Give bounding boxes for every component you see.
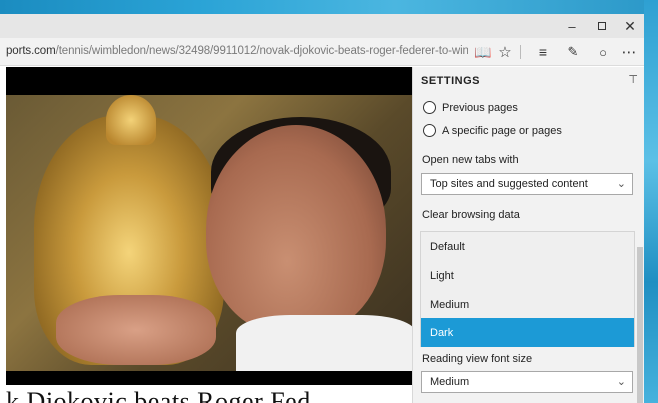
page-content: k Djokovic beats Roger Fed: [6, 67, 412, 403]
share-icon[interactable]: ○: [592, 42, 614, 62]
minimize-icon: –: [568, 18, 576, 34]
chevron-down-icon: ⌄: [616, 178, 626, 190]
radio-button[interactable]: [423, 124, 436, 137]
star-icon[interactable]: ☆: [494, 42, 516, 62]
dropdown-option-medium[interactable]: Medium: [421, 290, 634, 319]
trophy-lid: [106, 95, 156, 145]
book-icon[interactable]: 📖: [472, 42, 494, 62]
select-value: Medium: [430, 376, 470, 388]
chevron-down-icon: ⌄: [616, 376, 626, 388]
browser-window: – ✕ ports.com/tennis/wimbledon/news/3249…: [0, 14, 644, 403]
pane-scrollbar[interactable]: [637, 247, 643, 403]
select-value: Top sites and suggested content: [430, 178, 588, 190]
address-bar[interactable]: ports.com/tennis/wimbledon/news/32498/99…: [6, 45, 468, 57]
clear-browsing-data-label: Clear browsing data: [422, 209, 520, 221]
player-shirt: [236, 315, 412, 371]
desktop-background-right: [644, 0, 658, 403]
minimize-button[interactable]: –: [556, 14, 588, 38]
dropdown-option-dark[interactable]: Dark: [421, 318, 634, 347]
maximize-icon: [598, 22, 606, 30]
player-face: [206, 125, 386, 335]
radio-previous-pages[interactable]: Previous pages: [423, 101, 518, 114]
close-button[interactable]: ✕: [614, 14, 644, 38]
dropdown-option-light[interactable]: Light: [421, 261, 634, 290]
pane-title: SETTINGS: [421, 75, 481, 87]
desktop-background: [0, 0, 658, 14]
article-photo: [6, 95, 412, 371]
settings-pane: SETTINGS ⊤ Previous pages A specific pag…: [412, 67, 644, 403]
url-host: ports.com: [6, 45, 56, 57]
player-hands: [56, 295, 216, 365]
radio-specific-pages[interactable]: A specific page or pages: [423, 124, 562, 137]
url-path: /tennis/wimbledon/news/32498/9911012/nov…: [55, 45, 468, 57]
reading-font-size-select[interactable]: Medium ⌄: [421, 371, 633, 393]
close-icon: ✕: [624, 17, 636, 34]
title-bar: – ✕: [0, 14, 644, 38]
open-new-tabs-select[interactable]: Top sites and suggested content ⌄: [421, 173, 633, 195]
pen-icon[interactable]: ✎: [562, 42, 584, 62]
dropdown-option-default[interactable]: Default: [421, 232, 634, 261]
pin-icon[interactable]: ⊤: [628, 73, 638, 86]
article-headline: k Djokovic beats Roger Fed: [6, 385, 412, 403]
toolbar-divider: [520, 45, 521, 59]
radio-label: A specific page or pages: [442, 124, 562, 137]
reading-font-size-label: Reading view font size: [422, 353, 533, 365]
headline-text: k Djokovic beats Roger Fed: [6, 387, 311, 403]
radio-button[interactable]: [423, 101, 436, 114]
more-icon[interactable]: ⋯: [618, 42, 640, 62]
theme-dropdown-list: Default Light Medium Dark: [420, 231, 635, 347]
hub-icon[interactable]: ≡: [532, 42, 554, 62]
radio-label: Previous pages: [442, 101, 518, 114]
address-toolbar: ports.com/tennis/wimbledon/news/32498/99…: [0, 38, 644, 66]
open-new-tabs-label: Open new tabs with: [422, 154, 519, 166]
